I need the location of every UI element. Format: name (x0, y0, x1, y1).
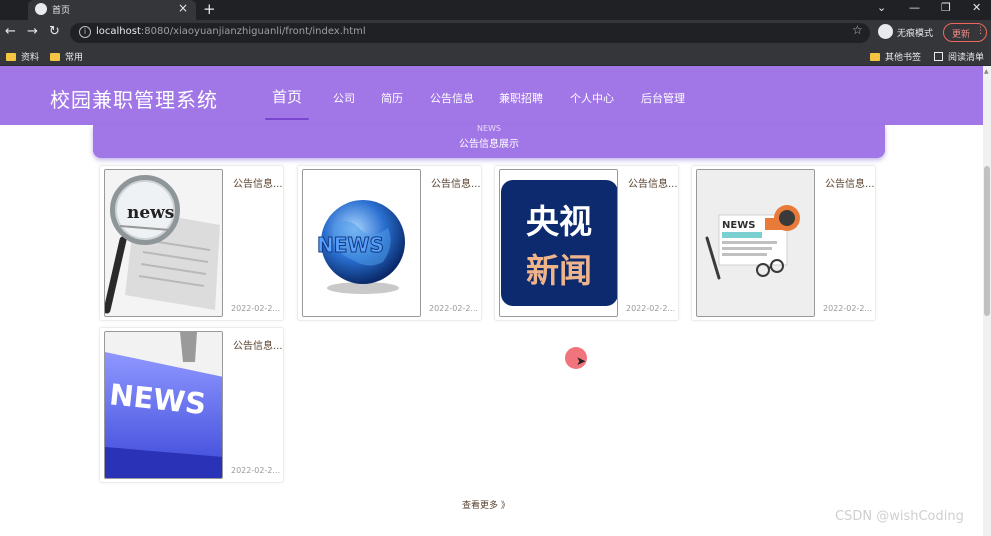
tab-title: 首页 (52, 6, 71, 16)
nav-announcements[interactable]: 公告信息 (430, 90, 474, 106)
forward-icon[interactable]: → (27, 24, 38, 39)
site-info-icon[interactable]: i (79, 26, 91, 38)
restore-icon[interactable]: ❐ (941, 1, 951, 14)
news-card[interactable]: NEWS 公告信息... 2022-02-2... (297, 165, 482, 321)
news-word-glyph: news (127, 203, 174, 223)
browser-tab-bar: 首页 × + ⌄ — ❐ ✕ (0, 0, 991, 20)
folder-icon (6, 53, 16, 61)
url-text: localhost:8080/xiaoyuanjianzhiguanli/fro… (96, 26, 366, 37)
news-word-glyph: NEWS (317, 233, 384, 257)
scroll-up-icon[interactable]: ▲ (984, 68, 989, 75)
mouse-cursor-icon: ➤ (576, 354, 587, 368)
back-icon[interactable]: ← (5, 24, 16, 39)
nav-company[interactable]: 公司 (333, 90, 355, 106)
card-date: 2022-02-2... (823, 304, 873, 313)
view-more-link[interactable]: 查看更多 》 (462, 498, 510, 511)
news-card[interactable]: 央视 新闻 公告信息... 2022-02-2... (494, 165, 679, 321)
card-date: 2022-02-2... (429, 304, 479, 313)
card-title[interactable]: 公告信息... (233, 175, 283, 190)
svg-text:央视: 央视 (526, 202, 592, 241)
card-date: 2022-02-2... (626, 304, 676, 313)
card-date: 2022-02-2... (231, 466, 281, 475)
section-title-en: NEWS (476, 124, 502, 133)
tab-search-icon[interactable]: ⌄ (877, 1, 886, 14)
card-title[interactable]: 公告信息... (431, 175, 481, 190)
browser-tab[interactable]: 首页 × (28, 0, 196, 20)
scroll-thumb[interactable] (984, 166, 990, 316)
nav-profile[interactable]: 个人中心 (570, 90, 614, 106)
section-title-cn: 公告信息展示 (459, 139, 519, 150)
svg-text:新闻: 新闻 (526, 251, 592, 290)
menu-dots-icon: ⋮ (976, 26, 985, 36)
nav-resume[interactable]: 简历 (381, 90, 403, 106)
close-window-icon[interactable]: ✕ (972, 1, 981, 14)
site-header: 校园兼职管理系统 首页 公司 简历 公告信息 兼职招聘 个人中心 后台管理 (0, 66, 983, 125)
nav-admin[interactable]: 后台管理 (641, 90, 685, 106)
update-label: 更新 (952, 30, 971, 40)
bookmark-folder-changyong[interactable]: 常用 (50, 50, 83, 63)
news-card[interactable]: NEWS 公告信息... 2022-02-2... (99, 327, 284, 483)
page-scrollbar[interactable]: ▲ (983, 66, 991, 536)
bookmarks-bar: 资料 常用 其他书签 阅读清单 (0, 46, 991, 66)
card-title[interactable]: 公告信息... (825, 175, 875, 190)
card-date: 2022-02-2... (231, 304, 281, 313)
incognito-icon[interactable] (878, 24, 893, 39)
card-title[interactable]: 公告信息... (233, 337, 283, 352)
card-title[interactable]: 公告信息... (628, 175, 678, 190)
page-viewport: 校园兼职管理系统 首页 公司 简历 公告信息 兼职招聘 个人中心 后台管理 NE… (0, 66, 991, 536)
news-keyboard-image: NEWS (104, 331, 223, 479)
globe-news-image: NEWS (302, 169, 421, 317)
watermark: CSDN @wishCoding (835, 509, 964, 524)
folder-icon (50, 53, 60, 61)
news-card[interactable]: NEWS 公告信息... 2022-02-2... (691, 165, 876, 321)
reading-list-icon (934, 52, 943, 61)
folder-icon (870, 53, 880, 61)
page-favicon-icon (35, 3, 47, 15)
news-card[interactable]: news 公告信息... 2022-02-2... (99, 165, 284, 321)
bookmark-other[interactable]: 其他书签 (870, 50, 921, 63)
reading-list[interactable]: 阅读清单 (934, 50, 984, 63)
cctv-news-image: 央视 新闻 (499, 169, 618, 317)
svg-text:NEWS: NEWS (722, 220, 755, 231)
new-tab-icon[interactable]: + (203, 0, 216, 18)
update-button[interactable]: 更新 ⋮ (943, 23, 987, 42)
bookmark-folder-ziliao[interactable]: 资料 (6, 50, 39, 63)
nav-home[interactable]: 首页 (272, 86, 302, 107)
minimize-icon[interactable]: — (909, 1, 920, 14)
active-nav-indicator (265, 118, 309, 120)
address-bar[interactable]: i localhost:8080/xiaoyuanjianzhiguanli/f… (70, 23, 870, 43)
nav-jobs[interactable]: 兼职招聘 (499, 90, 543, 106)
news-desk-image: NEWS (696, 169, 815, 317)
browser-toolbar: ← → ↻ i localhost:8080/xiaoyuanjianzhigu… (0, 20, 991, 46)
magnifier-newspaper-image: news (104, 169, 223, 317)
reload-icon[interactable]: ↻ (49, 24, 60, 39)
site-title: 校园兼职管理系统 (50, 88, 218, 112)
bookmark-star-icon[interactable]: ☆ (852, 23, 863, 37)
close-tab-icon[interactable]: × (178, 1, 188, 15)
news-section-header: NEWS 公告信息展示 (93, 124, 885, 158)
incognito-label: 无痕模式 (897, 29, 934, 39)
